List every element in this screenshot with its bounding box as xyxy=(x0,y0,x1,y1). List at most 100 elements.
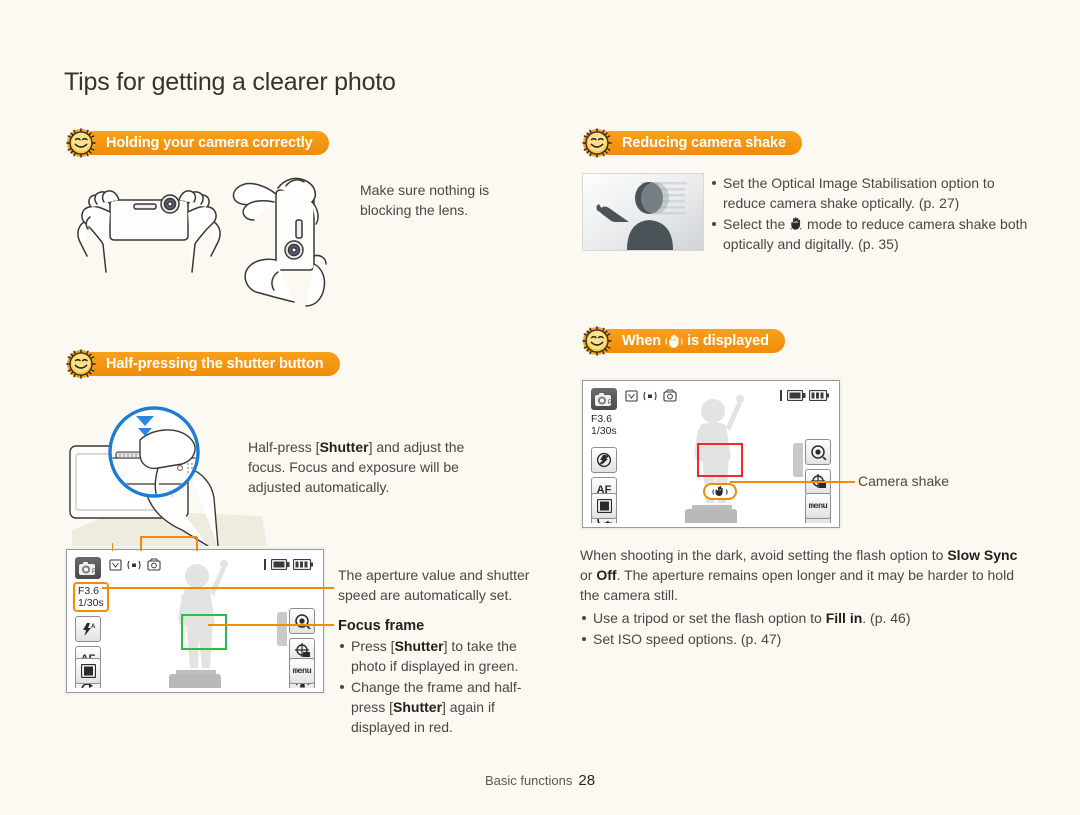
when-displayed-bullets: Use a tripod or set the flash option to … xyxy=(580,608,1028,649)
section-heading-holding-label: Holding your camera correctly xyxy=(80,131,329,155)
memory-card-icon xyxy=(271,559,290,570)
bullet-text: Set ISO speed options. (p. 47) xyxy=(593,631,782,647)
lcd-side-tab xyxy=(793,443,803,477)
lcd-right-screen: P F3.6 1/30s AF menu xyxy=(587,385,835,523)
holding-note: Make sure nothing is blocking the lens. xyxy=(360,180,550,220)
camera-lcd-left: P F3.6 1/30s A menu xyxy=(66,549,324,693)
smiley-sun-icon xyxy=(66,128,96,158)
illustration-hands-horizontal xyxy=(62,168,232,278)
bullet-strong: Shutter xyxy=(393,699,443,715)
body-pre: When shooting in the dark, avoid setting… xyxy=(580,547,948,563)
callout-aperture-line2: speed are automatically set. xyxy=(338,587,513,603)
half-press-body-post: ] and adjust the xyxy=(368,439,465,455)
body-mid: or xyxy=(580,567,597,583)
face-detect-icon xyxy=(625,390,638,402)
section-heading-holding: Holding your camera correctly xyxy=(66,128,329,158)
svg-text:OFF: OFF xyxy=(604,522,612,524)
ois-button[interactable] xyxy=(289,608,315,634)
lcd-bottom-tab xyxy=(685,509,737,523)
svg-text:P: P xyxy=(608,400,612,406)
holding-note-line2: blocking the lens. xyxy=(360,202,469,218)
bullet-strong: Shutter xyxy=(394,638,444,654)
bullet-pre: Press [ xyxy=(351,638,395,654)
shaky-hand-icon xyxy=(789,217,803,231)
battery-icon xyxy=(809,390,829,401)
body-strong-off: Off xyxy=(596,567,617,583)
strength-icon xyxy=(779,390,783,401)
callout-line-aperture xyxy=(102,587,334,589)
callout-focus-block: Focus frame Press [Shutter] to take the … xyxy=(338,616,538,738)
mode-icon: P xyxy=(591,388,617,410)
display-button[interactable] xyxy=(75,658,101,684)
flash-auto-button[interactable]: A xyxy=(75,616,101,642)
mode-icon: P xyxy=(75,557,101,579)
body-strong-slow-sync: Slow Sync xyxy=(947,547,1018,563)
bullet-strong: Fill in xyxy=(825,610,863,626)
section-heading-when-displayed: When is displayed xyxy=(582,326,785,356)
list-item: Set ISO speed options. (p. 47) xyxy=(580,629,1028,649)
callout-focus-title: Focus frame xyxy=(338,618,425,634)
aperture-value: F3.6 xyxy=(591,413,613,425)
reducing-shake-bullets: Set the Optical Image Stabilisation opti… xyxy=(710,173,1028,255)
when-displayed-body: When shooting in the dark, avoid setting… xyxy=(580,545,1028,650)
svg-text:A: A xyxy=(91,624,96,630)
body-post: . The aperture remains open longer and i… xyxy=(580,567,1014,603)
center-meter-icon xyxy=(643,390,657,402)
bullet-pre: Select the xyxy=(723,216,790,232)
illustration-hands-vertical xyxy=(228,168,358,308)
bullet-post: . (p. 46) xyxy=(862,610,911,626)
list-item: Change the frame and half-press [Shutter… xyxy=(338,677,538,737)
lcd-bottom-tab xyxy=(169,674,221,688)
display-button[interactable] xyxy=(591,493,617,519)
scene-icon xyxy=(147,558,161,571)
callout-line-camera-shake xyxy=(730,481,855,483)
ois-button[interactable] xyxy=(805,439,831,465)
menu-button[interactable]: menu xyxy=(289,658,315,684)
flash-off-button[interactable] xyxy=(591,447,617,473)
shake-warning-badge xyxy=(703,483,737,500)
shaky-hand-icon xyxy=(665,334,683,349)
smiley-sun-icon xyxy=(582,128,612,158)
shutter-keyword: Shutter xyxy=(319,439,369,455)
callout-aperture-text: The aperture value and shutter speed are… xyxy=(338,565,543,605)
page-title: Tips for getting a clearer photo xyxy=(64,68,396,96)
callout-line-top-bridge xyxy=(140,536,197,538)
section-heading-when-displayed-label: When is displayed xyxy=(596,329,785,353)
lcd-left-screen: P F3.6 1/30s A menu xyxy=(71,554,319,688)
half-press-body-line3: adjusted automatically. xyxy=(248,479,390,495)
svg-text:P: P xyxy=(92,569,96,575)
half-press-body-line1: Half-press [Shutter] and adjust the xyxy=(248,437,498,457)
aperture-value: F3.6 xyxy=(78,585,100,597)
when-displayed-paragraph: When shooting in the dark, avoid setting… xyxy=(580,545,1028,605)
blurred-photo-thumbnail xyxy=(582,173,704,251)
battery-icon xyxy=(293,559,313,570)
shutter-speed-value: 1/30s xyxy=(591,425,617,437)
menu-button[interactable]: menu xyxy=(805,493,831,519)
callout-aperture-line1: The aperture value and shutter xyxy=(338,567,530,583)
bullet-pre: Use a tripod or set the flash option to xyxy=(593,610,826,626)
strength-icon xyxy=(263,559,267,570)
callout-line-top-b xyxy=(196,537,198,551)
bullet-text: Set the Optical Image Stabilisation opti… xyxy=(723,175,995,211)
focus-frame-red xyxy=(697,443,743,477)
callout-line-top-tick-a xyxy=(112,543,113,551)
holding-note-line1: Make sure nothing is xyxy=(360,182,490,198)
smiley-sun-icon xyxy=(582,326,612,356)
memory-card-icon xyxy=(787,390,806,401)
footer-section-label: Basic functions xyxy=(484,773,573,788)
shutter-speed-value: 1/30s xyxy=(78,597,104,609)
callout-line-top-a xyxy=(140,537,142,551)
footer-page-number: 28 xyxy=(578,772,596,789)
heading-post: is displayed xyxy=(687,333,769,349)
list-item: Select the mode to reduce camera shake b… xyxy=(710,214,1028,254)
focus-frame-green xyxy=(181,614,227,650)
heading-pre: When xyxy=(622,333,662,349)
face-detect-icon xyxy=(109,559,122,571)
callout-focus-bullets: Press [Shutter] to take the photo if dis… xyxy=(338,636,538,737)
section-heading-halfpress: Half-pressing the shutter button xyxy=(66,349,340,379)
camera-shake-label: Camera shake xyxy=(858,473,950,489)
list-item: Press [Shutter] to take the photo if dis… xyxy=(338,636,538,676)
camera-lcd-right: P F3.6 1/30s AF menu xyxy=(582,380,840,528)
half-press-body-line2: focus. Focus and exposure will be xyxy=(248,459,459,475)
list-item: Use a tripod or set the flash option to … xyxy=(580,608,1028,628)
